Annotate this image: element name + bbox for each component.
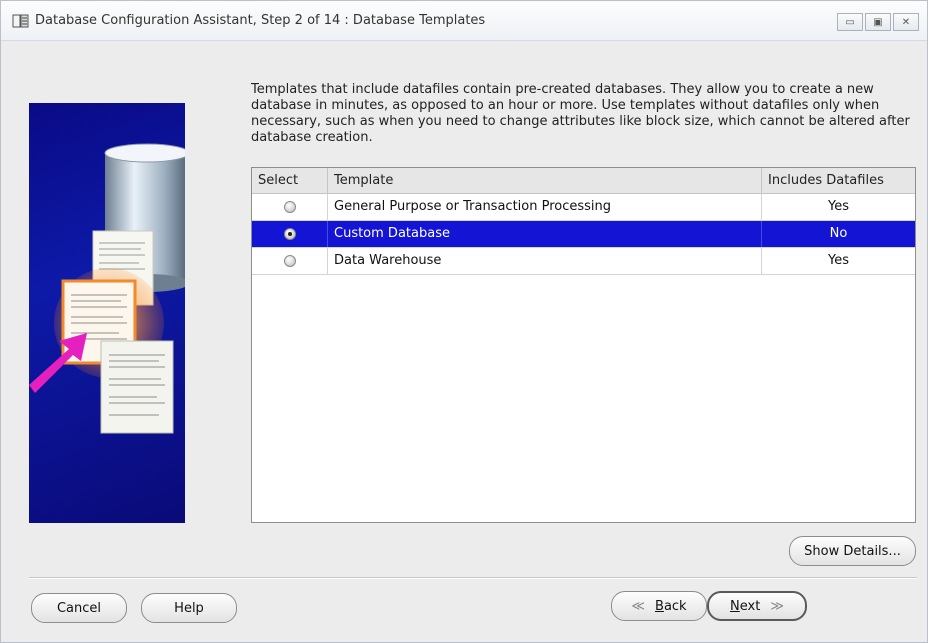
close-button[interactable]: ✕ xyxy=(893,13,919,31)
minimize-button[interactable]: ▭ xyxy=(837,13,863,31)
minimize-icon: ▭ xyxy=(845,16,855,28)
header-includes-datafiles[interactable]: Includes Datafiles xyxy=(762,168,915,194)
template-radio[interactable] xyxy=(283,201,296,213)
dbca-app-icon xyxy=(11,12,31,30)
templates-table: Select Template Includes Datafiles Gener… xyxy=(251,167,916,523)
help-button[interactable]: Help xyxy=(141,593,237,623)
title-bar: Database Configuration Assistant, Step 2… xyxy=(1,1,927,41)
cancel-button[interactable]: Cancel xyxy=(31,593,127,623)
includes-datafiles-value: Yes xyxy=(828,253,849,268)
next-label: Next xyxy=(730,598,761,614)
includes-datafiles-value: No xyxy=(829,226,848,241)
template-name: Custom Database xyxy=(328,221,762,247)
dbca-window: Database Configuration Assistant, Step 2… xyxy=(0,0,928,643)
maximize-button[interactable]: ▣ xyxy=(865,13,891,31)
back-button[interactable]: ≪ Back xyxy=(611,591,707,621)
next-arrow-icon: ≫ xyxy=(770,598,784,614)
window-title: Database Configuration Assistant, Step 2… xyxy=(35,13,486,28)
back-label: Back xyxy=(655,598,687,614)
table-row[interactable]: General Purpose or Transaction Processin… xyxy=(252,194,915,221)
wizard-illustration xyxy=(29,103,185,523)
template-name: Data Warehouse xyxy=(328,248,762,274)
back-arrow-icon: ≪ xyxy=(631,598,646,614)
table-row[interactable]: Custom Database No xyxy=(252,221,915,248)
footer-separator xyxy=(29,577,917,579)
maximize-icon: ▣ xyxy=(873,16,883,28)
next-button[interactable]: Next ≫ xyxy=(707,591,807,621)
table-header: Select Template Includes Datafiles xyxy=(252,168,915,194)
show-details-button[interactable]: Show Details... xyxy=(789,536,916,566)
header-select[interactable]: Select xyxy=(252,168,328,194)
header-template[interactable]: Template xyxy=(328,168,762,194)
template-radio[interactable] xyxy=(283,255,296,267)
table-row[interactable]: Data Warehouse Yes xyxy=(252,248,915,275)
template-name: General Purpose or Transaction Processin… xyxy=(328,194,762,220)
close-icon: ✕ xyxy=(901,16,911,28)
includes-datafiles-value: Yes xyxy=(828,199,849,214)
template-radio[interactable] xyxy=(283,228,296,240)
templates-description: Templates that include datafiles contain… xyxy=(251,82,910,145)
